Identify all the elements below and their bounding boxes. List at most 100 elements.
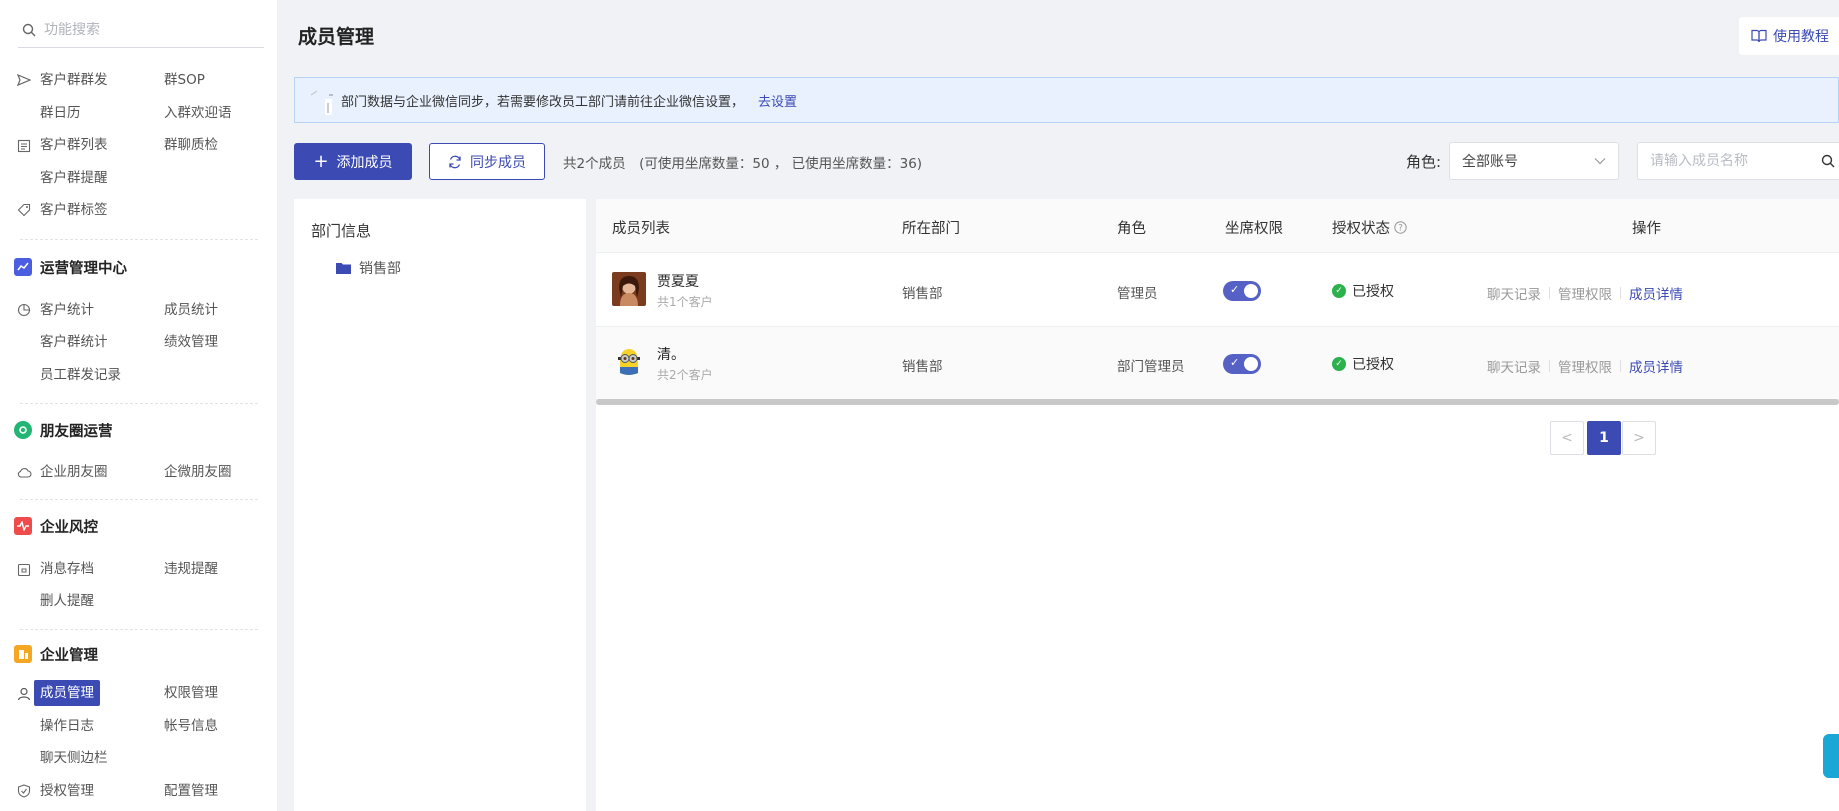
building-icon bbox=[14, 645, 32, 663]
floating-service-tab[interactable] bbox=[1823, 734, 1839, 778]
info-icon bbox=[310, 85, 337, 115]
col-department: 所在部门 bbox=[902, 221, 960, 237]
department-node-label: 销售部 bbox=[359, 261, 401, 277]
seat-toggle[interactable]: ✓ bbox=[1223, 281, 1261, 301]
col-operations: 操作 bbox=[1632, 221, 1661, 237]
member-name: 清。 bbox=[657, 347, 685, 363]
nav-message-archive[interactable]: 消息存档 bbox=[34, 556, 100, 582]
moments-icon bbox=[14, 421, 32, 439]
help-label: 使用教程 bbox=[1773, 29, 1829, 45]
nav-staff-broadcast-records[interactable]: 员工群发记录 bbox=[34, 362, 127, 388]
question-icon[interactable]: ? bbox=[1394, 221, 1407, 234]
member-department: 销售部 bbox=[902, 359, 943, 375]
nav-join-welcome[interactable]: 入群欢迎语 bbox=[158, 100, 238, 126]
nav-group-calendar[interactable]: 群日历 bbox=[34, 100, 87, 126]
nav-violation-alerts[interactable]: 违规提醒 bbox=[158, 556, 224, 582]
nav-customer-group-broadcast[interactable]: 客户群群发 bbox=[34, 67, 114, 93]
col-member: 成员列表 bbox=[612, 221, 670, 237]
nav-group-chat-qc[interactable]: 群聊质检 bbox=[158, 132, 224, 158]
avatar bbox=[612, 345, 646, 379]
nav-member-management[interactable]: 成员管理 bbox=[34, 680, 100, 706]
add-member-button[interactable]: + 添加成员 bbox=[294, 143, 412, 180]
nav-member-stats[interactable]: 成员统计 bbox=[158, 297, 224, 323]
archive-icon bbox=[16, 562, 32, 578]
col-auth-label: 授权状态 bbox=[1332, 221, 1390, 237]
section-title: 运营管理中心 bbox=[40, 260, 127, 277]
sync-notice: 部门数据与企业微信同步，若需要修改员工部门请前往企业微信设置， 去设置 bbox=[294, 77, 1839, 123]
member-role: 管理员 bbox=[1117, 286, 1158, 302]
role-select[interactable]: 全部账号 bbox=[1449, 142, 1619, 180]
nav-operation-log[interactable]: 操作日志 bbox=[34, 713, 100, 739]
manage-permission-link[interactable]: 管理权限 bbox=[1558, 356, 1612, 376]
tag-icon bbox=[16, 202, 32, 218]
col-seat: 坐席权限 bbox=[1225, 221, 1283, 237]
book-icon bbox=[1751, 29, 1767, 43]
pulse-icon bbox=[14, 517, 32, 535]
main-content: 成员管理 使用教程 部门数据与企业微信同步，若需要修改员工部门请前往企业微信设置… bbox=[278, 0, 1839, 811]
seat-toggle[interactable]: ✓ bbox=[1223, 354, 1261, 374]
nav-customer-stats[interactable]: 客户统计 bbox=[34, 297, 100, 323]
svg-text:?: ? bbox=[1398, 224, 1403, 234]
folder-icon bbox=[336, 262, 351, 274]
section-title: 朋友圈运营 bbox=[40, 423, 113, 440]
nav-permission-management[interactable]: 权限管理 bbox=[158, 680, 224, 706]
chat-records-link[interactable]: 聊天记录 bbox=[1487, 283, 1541, 303]
auth-status-label: 已授权 bbox=[1352, 357, 1394, 373]
nav-account-info[interactable]: 帐号信息 bbox=[158, 713, 224, 739]
help-tutorial-button[interactable]: 使用教程 bbox=[1739, 17, 1839, 55]
refresh-icon bbox=[448, 155, 462, 169]
search-icon[interactable] bbox=[1821, 154, 1835, 172]
nav-wecom-moments[interactable]: 企微朋友圈 bbox=[158, 459, 238, 485]
nav-customer-group-list[interactable]: 客户群列表 bbox=[34, 132, 114, 158]
table-row: 贾夏夏 共1个客户 销售部 管理员 ✓ ✓ 已授权 聊天记录 管理权限 成员详情 bbox=[596, 254, 1839, 327]
nav-config-management[interactable]: 配置管理 bbox=[158, 778, 224, 804]
pagination-prev[interactable]: < bbox=[1550, 421, 1584, 455]
auth-status-label: 已授权 bbox=[1352, 284, 1394, 300]
cloud-icon bbox=[16, 465, 32, 481]
department-node[interactable]: 销售部 bbox=[336, 258, 401, 278]
manage-permission-link[interactable]: 管理权限 bbox=[1558, 283, 1612, 303]
member-name-search[interactable] bbox=[1637, 142, 1839, 180]
avatar bbox=[612, 272, 646, 306]
nav-deletion-alerts[interactable]: 删人提醒 bbox=[34, 588, 100, 614]
nav-chat-sidebar[interactable]: 聊天侧边栏 bbox=[34, 745, 114, 771]
sync-members-label: 同步成员 bbox=[470, 154, 526, 171]
nav-customer-group-reminder[interactable]: 客户群提醒 bbox=[34, 165, 114, 191]
member-customer-count: 共2个客户 bbox=[657, 368, 713, 382]
chat-records-link[interactable]: 聊天记录 bbox=[1487, 356, 1541, 376]
function-search-input[interactable] bbox=[44, 21, 244, 38]
member-name: 贾夏夏 bbox=[657, 274, 699, 290]
check-circle-icon: ✓ bbox=[1332, 357, 1346, 371]
list-icon bbox=[16, 138, 32, 154]
go-settings-link[interactable]: 去设置 bbox=[758, 91, 797, 110]
pagination-next[interactable]: > bbox=[1622, 421, 1656, 455]
nav-customer-group-tags[interactable]: 客户群标签 bbox=[34, 197, 114, 223]
member-role: 部门管理员 bbox=[1117, 359, 1185, 375]
section-risk: 企业风控 bbox=[14, 513, 98, 539]
pagination-page-1[interactable]: 1 bbox=[1587, 421, 1621, 455]
chevron-down-icon bbox=[1594, 153, 1606, 169]
nav-customer-group-stats[interactable]: 客户群统计 bbox=[34, 329, 114, 355]
page-title: 成员管理 bbox=[298, 26, 375, 48]
sync-members-button[interactable]: 同步成员 bbox=[429, 143, 545, 180]
function-search[interactable] bbox=[18, 12, 264, 48]
member-detail-link[interactable]: 成员详情 bbox=[1629, 356, 1683, 376]
member-count-text: 共2个成员 (可使用坐席数量：50 ， 已使用坐席数量：36) bbox=[563, 156, 923, 172]
department-title: 部门信息 bbox=[311, 222, 372, 240]
add-member-label: 添加成员 bbox=[336, 154, 393, 171]
divider bbox=[20, 403, 258, 404]
member-detail-link[interactable]: 成员详情 bbox=[1629, 283, 1683, 303]
section-title: 企业风控 bbox=[40, 519, 98, 536]
role-select-value: 全部账号 bbox=[1462, 154, 1518, 170]
nav-enterprise-moments[interactable]: 企业朋友圈 bbox=[34, 459, 114, 485]
horizontal-scrollbar[interactable] bbox=[596, 399, 1839, 405]
nav-performance[interactable]: 绩效管理 bbox=[158, 329, 224, 355]
divider bbox=[20, 239, 258, 240]
nav-group-sop[interactable]: 群SOP bbox=[158, 67, 211, 93]
section-moments: 朋友圈运营 bbox=[14, 417, 113, 443]
member-table: 成员列表 所在部门 角色 坐席权限 授权状态 ? 操作 贾夏夏 共1个客户 销售… bbox=[596, 199, 1839, 811]
divider bbox=[20, 629, 258, 630]
nav-authorization-management[interactable]: 授权管理 bbox=[34, 778, 100, 804]
send-icon bbox=[16, 72, 32, 88]
member-name-input[interactable] bbox=[1650, 153, 1810, 169]
